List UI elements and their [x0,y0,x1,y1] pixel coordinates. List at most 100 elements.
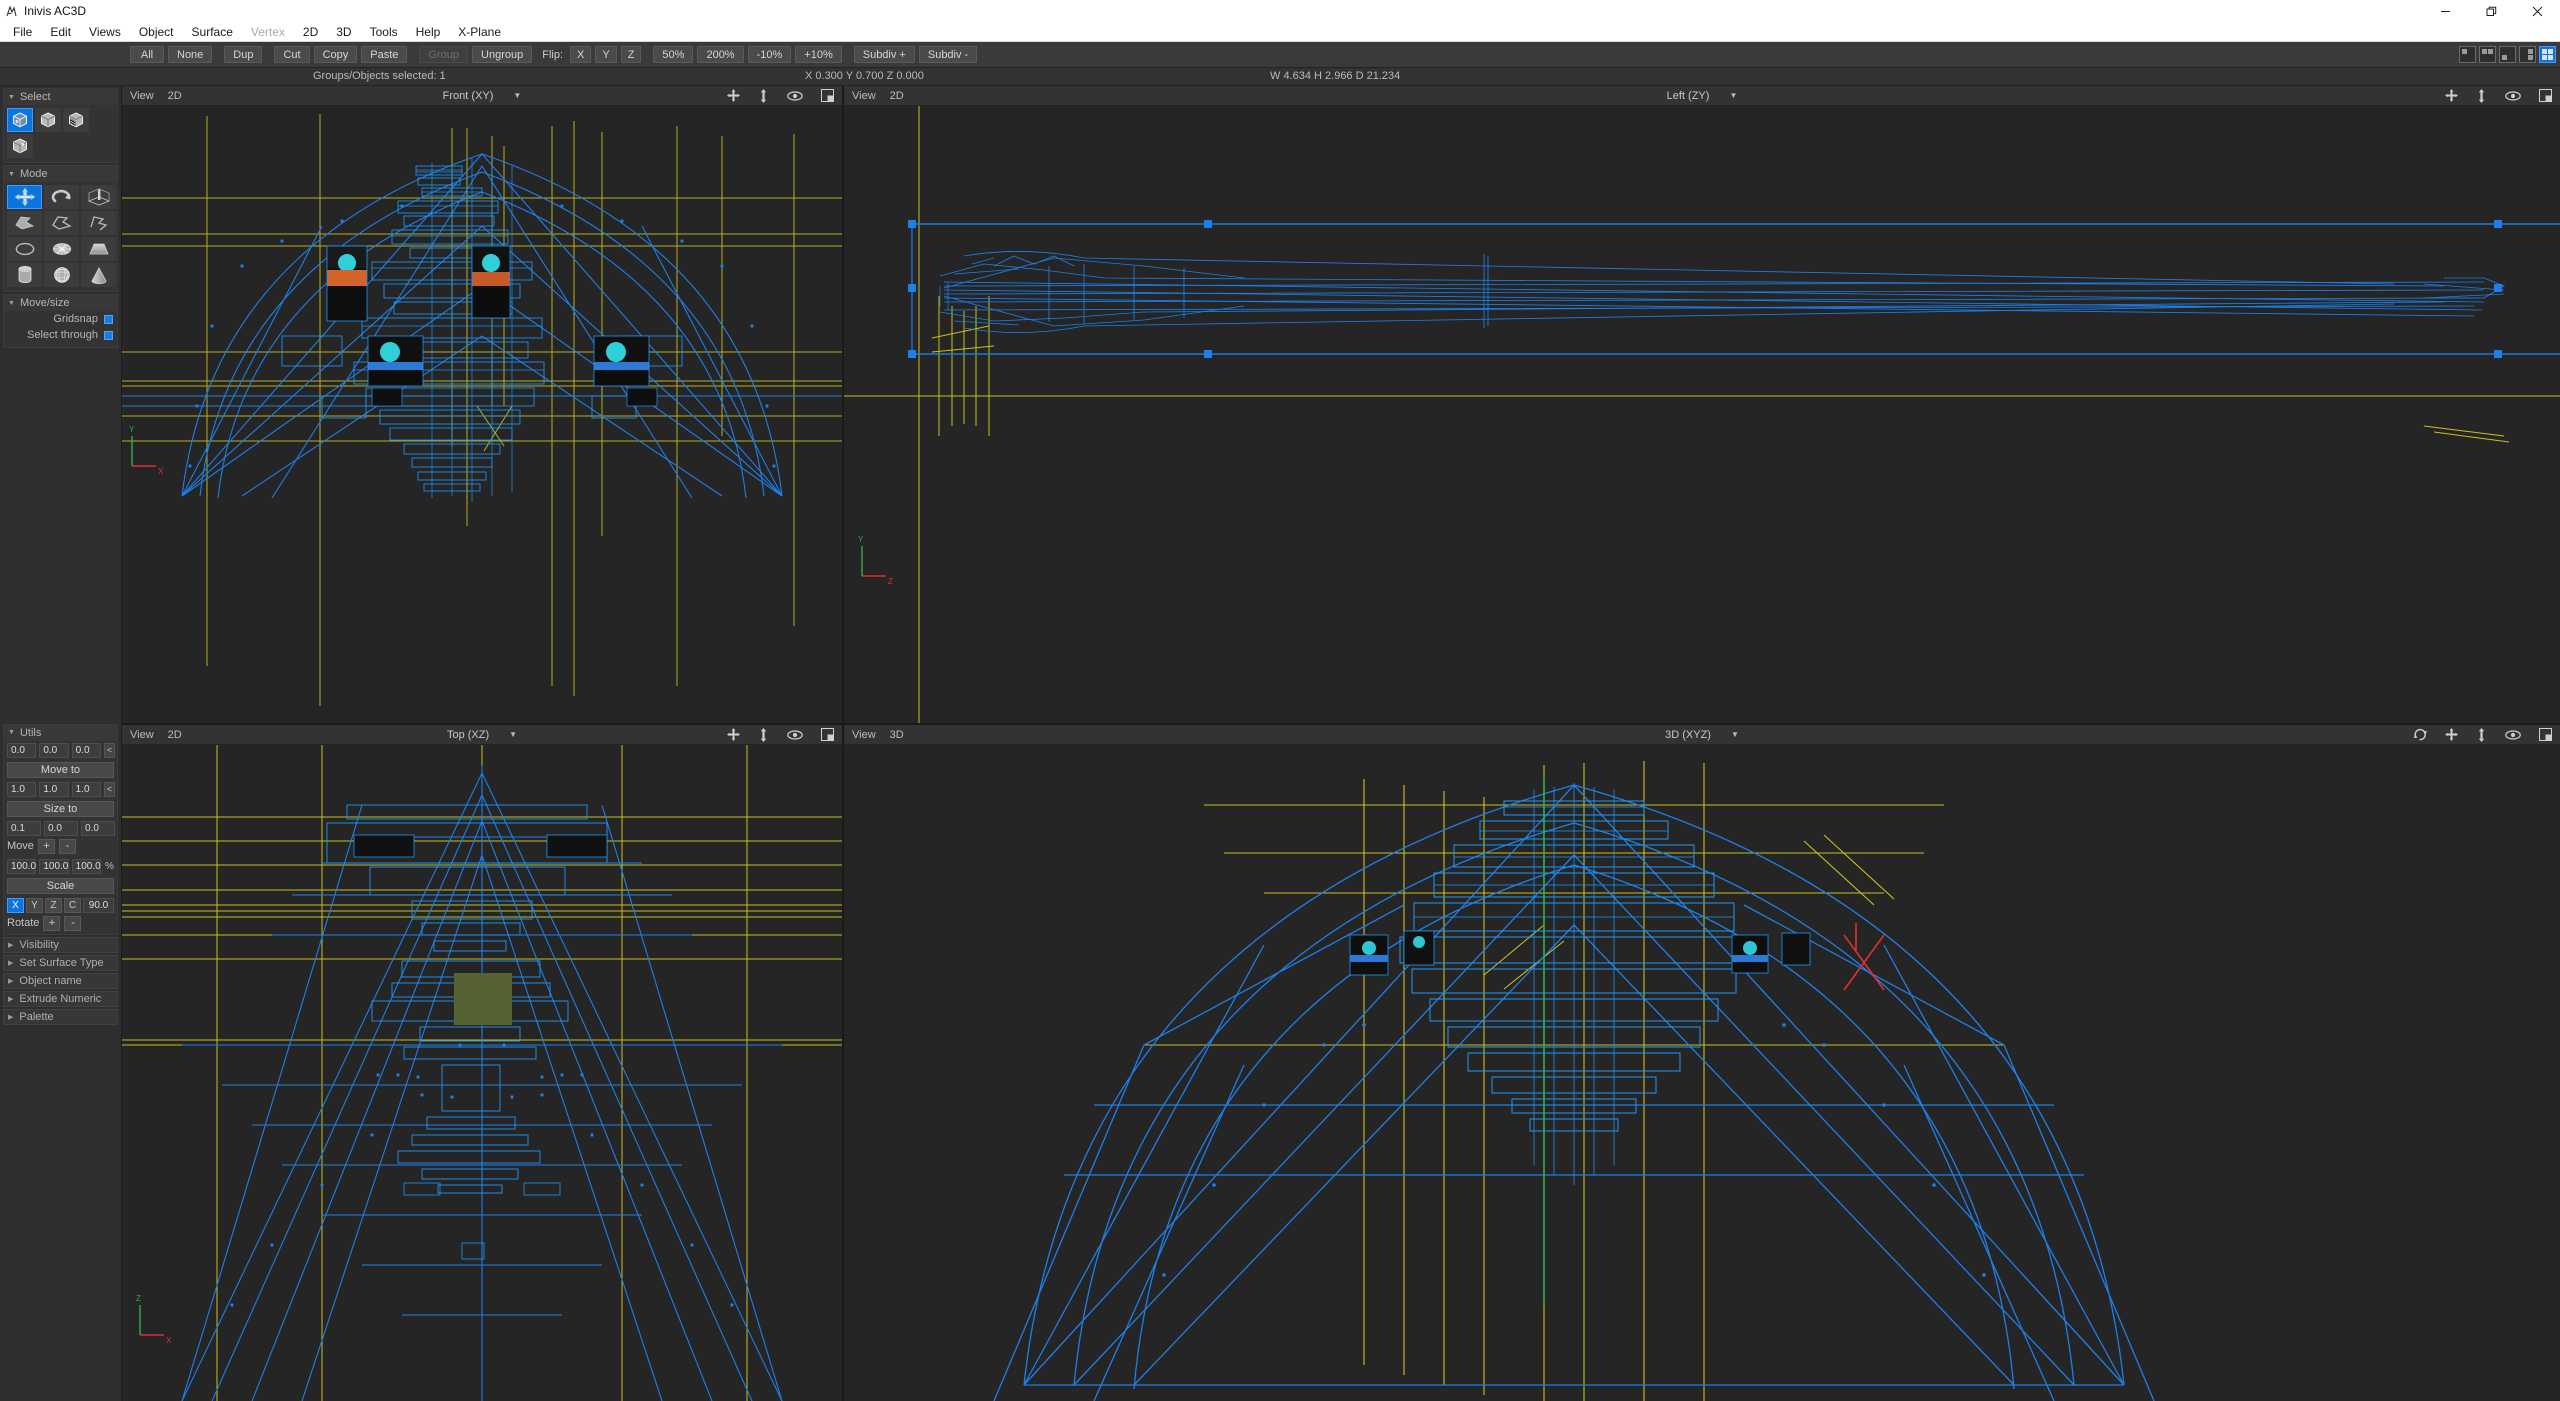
utils-panel-header[interactable]: ▼ Utils [4,724,117,741]
select-vertex-icon[interactable] [7,134,33,158]
viewport-3d-projection-dropdown[interactable]: 3D (XYZ) ▼ [1665,729,1739,741]
rotate-tool-icon[interactable] [44,185,79,209]
pan-icon[interactable] [2445,89,2458,102]
rotate-axis-x-button[interactable]: X [7,897,24,913]
menu-help[interactable]: Help [407,22,450,42]
viewport-left[interactable]: View 2D Left (ZY) ▼ Y Z [844,86,2560,723]
paste-button[interactable]: Paste [361,46,408,63]
viewport-left-projection-dropdown[interactable]: Left (ZY) ▼ [1667,90,1738,102]
size-to-x-input[interactable]: 1.0 [7,781,37,797]
size-to-button[interactable]: Size to [7,800,114,817]
pan-icon[interactable] [727,728,740,741]
select-object-icon[interactable] [35,108,61,132]
zoom-icon[interactable] [758,88,769,103]
select-group-icon[interactable] [7,108,33,132]
eye-icon[interactable] [2505,90,2521,101]
scale-x-input[interactable]: 100.0 [7,858,37,874]
select-all-button[interactable]: All [130,46,164,63]
minimize-icon[interactable] [2422,0,2468,22]
viewport-top-projection-dropdown[interactable]: Top (XZ) ▼ [447,729,517,741]
maximize-icon[interactable] [821,728,834,741]
visibility-panel-header[interactable]: ▶ Visibility [3,936,118,953]
restore-icon[interactable] [2468,0,2514,22]
move-step-y-input[interactable]: 0.0 [44,820,78,836]
pan-icon[interactable] [2445,728,2458,741]
zoom-minus-10-button[interactable]: -10% [747,46,792,63]
rotate-angle-input[interactable]: 90.0 [83,897,114,913]
move-tool-icon[interactable] [7,185,42,209]
zoom-50-button[interactable]: 50% [653,46,694,63]
menu-surface[interactable]: Surface [183,22,242,42]
select-through-checkbox[interactable] [104,330,113,340]
menu-edit[interactable]: Edit [41,22,80,42]
zoom-icon[interactable] [758,727,769,742]
viewport-top-canvas[interactable]: Z X [122,745,842,1401]
maximize-icon[interactable] [2539,89,2552,102]
rotate-axis-c-button[interactable]: C [64,897,81,913]
move-to-y-input[interactable]: 0.0 [39,742,69,758]
palette-panel-header[interactable]: ▶ Palette [3,1008,118,1025]
layout-two-pane-button[interactable] [2479,46,2496,63]
set-surface-type-panel-header[interactable]: ▶ Set Surface Type [3,954,118,971]
cone-icon[interactable] [81,263,116,287]
layout-quad-button[interactable] [2539,46,2556,63]
polygon-fill-icon[interactable] [7,211,42,235]
viewport-front-canvas[interactable]: Y X [122,106,842,723]
cylinder-icon[interactable] [7,263,42,287]
flip-y-button[interactable]: Y [595,46,617,63]
rotate-axis-z-button[interactable]: Z [45,897,62,913]
disc-icon[interactable] [44,237,79,261]
duplicate-button[interactable]: Dup [224,46,263,63]
rotate-plus-button[interactable]: + [43,915,61,931]
select-none-button[interactable]: None [168,46,213,63]
menu-xplane[interactable]: X-Plane [449,22,510,42]
ungroup-button[interactable]: Ungroup [472,46,533,63]
menu-object[interactable]: Object [130,22,183,42]
move-step-z-input[interactable]: 0.0 [81,820,115,836]
menu-3d[interactable]: 3D [327,22,360,42]
select-through-row[interactable]: Select through [4,327,117,343]
move-to-pick-button[interactable]: < [103,742,115,758]
zoom-plus-10-button[interactable]: +10% [795,46,842,63]
maximize-icon[interactable] [2539,728,2552,741]
flip-z-button[interactable]: Z [620,46,642,63]
scale-tool-icon[interactable] [81,185,116,209]
movesize-panel-header[interactable]: ▼ Move/size [4,295,117,311]
layout-three-pane-button[interactable] [2499,46,2516,63]
viewport-3d-canvas[interactable] [844,745,2560,1401]
move-step-minus-button[interactable]: - [58,838,76,854]
move-to-button[interactable]: Move to [7,761,114,778]
polygon-outline-icon[interactable] [44,211,79,235]
extrude-numeric-panel-header[interactable]: ▶ Extrude Numeric [3,990,118,1007]
menu-file[interactable]: File [4,22,41,42]
polyline-icon[interactable] [81,211,116,235]
copy-button[interactable]: Copy [313,46,358,63]
zoom-icon[interactable] [2476,727,2487,742]
size-to-z-input[interactable]: 1.0 [71,781,101,797]
object-name-panel-header[interactable]: ▶ Object name [3,972,118,989]
gridsnap-checkbox[interactable] [104,314,113,324]
sphere-icon[interactable] [44,263,79,287]
close-icon[interactable] [2514,0,2560,22]
rotate-axis-y-button[interactable]: Y [26,897,43,913]
menu-2d[interactable]: 2D [294,22,327,42]
move-to-z-input[interactable]: 0.0 [71,742,101,758]
viewport-front-projection-dropdown[interactable]: Front (XY) ▼ [443,90,522,102]
layout-single-button[interactable] [2459,46,2476,63]
viewport-left-canvas[interactable]: Y Z [844,106,2560,723]
cut-button[interactable]: Cut [274,46,310,63]
size-to-y-input[interactable]: 1.0 [39,781,69,797]
eye-icon[interactable] [787,729,803,740]
size-to-pick-button[interactable]: < [103,781,115,797]
viewport-3d[interactable]: View 3D 3D (XYZ) ▼ [844,725,2560,1401]
subdiv-minus-button[interactable]: Subdiv - [918,46,978,63]
mode-panel-header[interactable]: ▼ Mode [4,166,117,182]
zoom-200-button[interactable]: 200% [697,46,744,63]
scale-y-input[interactable]: 100.0 [39,858,69,874]
subdiv-plus-button[interactable]: Subdiv + [853,46,915,63]
move-step-x-input[interactable]: 0.1 [7,820,41,836]
gridsnap-row[interactable]: Gridsnap [4,311,117,327]
eye-icon[interactable] [787,90,803,101]
pan-icon[interactable] [727,89,740,102]
eye-icon[interactable] [2505,729,2521,740]
